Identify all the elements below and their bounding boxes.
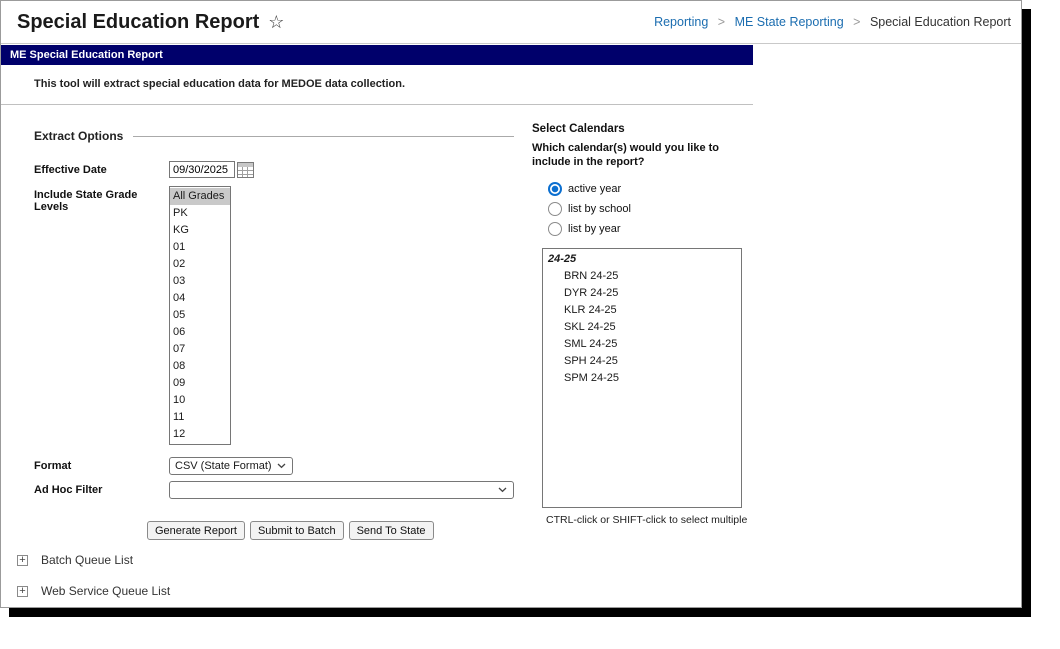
radio-active-year[interactable]: active year <box>548 179 764 199</box>
radio-unselected-icon[interactable] <box>548 202 562 216</box>
grade-option[interactable]: 05 <box>170 307 230 324</box>
breadcrumb-separator-icon: > <box>717 15 726 29</box>
web-service-queue-list-label: Web Service Queue List <box>41 584 171 598</box>
grade-option[interactable]: 07 <box>170 341 230 358</box>
submit-to-batch-button[interactable]: Submit to Batch <box>249 521 344 540</box>
format-label: Format <box>34 460 72 472</box>
radio-list-by-school-label: list by school <box>568 203 631 215</box>
chevron-down-icon <box>277 463 286 469</box>
multi-select-hint: CTRL-click or SHIFT-click to select mult… <box>546 514 748 526</box>
extract-options-header: Extract Options <box>34 129 514 143</box>
grade-option[interactable]: All Grades <box>170 188 230 205</box>
format-row: Format CSV (State Format) <box>34 457 514 475</box>
batch-queue-list-label: Batch Queue List <box>41 553 134 567</box>
expand-plus-icon[interactable]: + <box>17 585 28 597</box>
calendar-option[interactable]: SML 24-25 <box>543 336 741 353</box>
favorite-star-icon[interactable]: ☆ <box>268 12 284 33</box>
grade-option[interactable]: KG <box>170 222 230 239</box>
grade-option[interactable]: 03 <box>170 273 230 290</box>
radio-list-by-year-label: list by year <box>568 223 621 235</box>
calendar-option[interactable]: DYR 24-25 <box>543 285 741 302</box>
calendar-option[interactable]: SPM 24-25 <box>543 370 741 387</box>
breadcrumb-separator-icon: > <box>853 15 861 29</box>
calendar-option[interactable]: SKL 24-25 <box>543 319 741 336</box>
grade-option[interactable]: PK <box>170 205 230 222</box>
grade-option[interactable]: 01 <box>170 239 230 256</box>
app-window: Special Education Report ☆ Reporting > M… <box>0 0 1022 608</box>
calendar-mode-radios: active year list by school list by year <box>548 179 764 239</box>
grade-option[interactable]: 09 <box>170 375 230 392</box>
calendar-option[interactable]: KLR 24-25 <box>543 302 741 319</box>
grade-levels-label: Include State Grade Levels <box>34 189 138 213</box>
section-divider <box>133 135 514 137</box>
report-banner: ME Special Education Report <box>1 45 753 65</box>
page-header: Special Education Report ☆ Reporting > M… <box>1 1 1021 44</box>
calendar-picker-icon[interactable] <box>237 162 254 178</box>
select-calendars-section: Select Calendars Which calendar(s) would… <box>532 123 764 526</box>
radio-selected-icon[interactable] <box>548 182 562 196</box>
web-service-queue-list-expander[interactable]: + Web Service Queue List <box>17 584 170 598</box>
calendars-listbox[interactable]: 24-25 BRN 24-25 DYR 24-25 KLR 24-25 SKL … <box>542 248 742 508</box>
expand-plus-icon[interactable]: + <box>17 554 28 566</box>
grade-option[interactable]: 11 <box>170 409 230 426</box>
radio-list-by-school[interactable]: list by school <box>548 199 764 219</box>
adhoc-filter-select[interactable] <box>169 481 514 499</box>
effective-date-input[interactable] <box>169 161 235 178</box>
chevron-down-icon <box>498 487 507 493</box>
generate-report-button[interactable]: Generate Report <box>147 521 245 540</box>
grade-levels-row: Include State Grade Levels All Grades PK… <box>34 186 514 445</box>
extract-options-title: Extract Options <box>34 129 124 143</box>
effective-date-row: Effective Date <box>34 161 514 178</box>
breadcrumb-link-reporting[interactable]: Reporting <box>654 15 708 29</box>
report-description: This tool will extract special education… <box>1 65 753 105</box>
format-select-value: CSV (State Format) <box>175 460 272 472</box>
grade-levels-listbox[interactable]: All Grades PK KG 01 02 03 04 05 06 07 08… <box>169 186 231 445</box>
calendar-option[interactable]: BRN 24-25 <box>543 268 741 285</box>
grade-option[interactable]: 02 <box>170 256 230 273</box>
effective-date-label: Effective Date <box>34 164 107 176</box>
adhoc-filter-row: Ad Hoc Filter <box>34 481 514 499</box>
grade-option[interactable]: 12 <box>170 426 230 443</box>
grade-option[interactable]: 08 <box>170 358 230 375</box>
format-select[interactable]: CSV (State Format) <box>169 457 293 475</box>
action-buttons: Generate Report Submit to Batch Send To … <box>147 521 514 540</box>
extract-options-section: Extract Options Effective Date Include S… <box>34 121 514 540</box>
radio-unselected-icon[interactable] <box>548 222 562 236</box>
grade-option[interactable]: 04 <box>170 290 230 307</box>
grade-option[interactable]: 10 <box>170 392 230 409</box>
breadcrumb-link-me-state-reporting[interactable]: ME State Reporting <box>735 15 844 29</box>
radio-active-year-label: active year <box>568 183 622 195</box>
calendar-year-group: 24-25 <box>548 253 577 265</box>
grade-option[interactable]: 06 <box>170 324 230 341</box>
select-calendars-title: Select Calendars <box>532 123 625 135</box>
send-to-state-button[interactable]: Send To State <box>348 521 434 540</box>
calendar-option[interactable]: SPH 24-25 <box>543 353 741 370</box>
breadcrumb: Reporting > ME State Reporting > Special… <box>654 15 1011 29</box>
adhoc-filter-label: Ad Hoc Filter <box>34 484 103 496</box>
breadcrumb-current: Special Education Report <box>869 15 1011 29</box>
radio-list-by-year[interactable]: list by year <box>548 219 764 239</box>
page-title: Special Education Report <box>17 10 260 33</box>
batch-queue-list-expander[interactable]: + Batch Queue List <box>17 553 133 567</box>
calendars-question: Which calendar(s) would you like to incl… <box>532 142 720 168</box>
